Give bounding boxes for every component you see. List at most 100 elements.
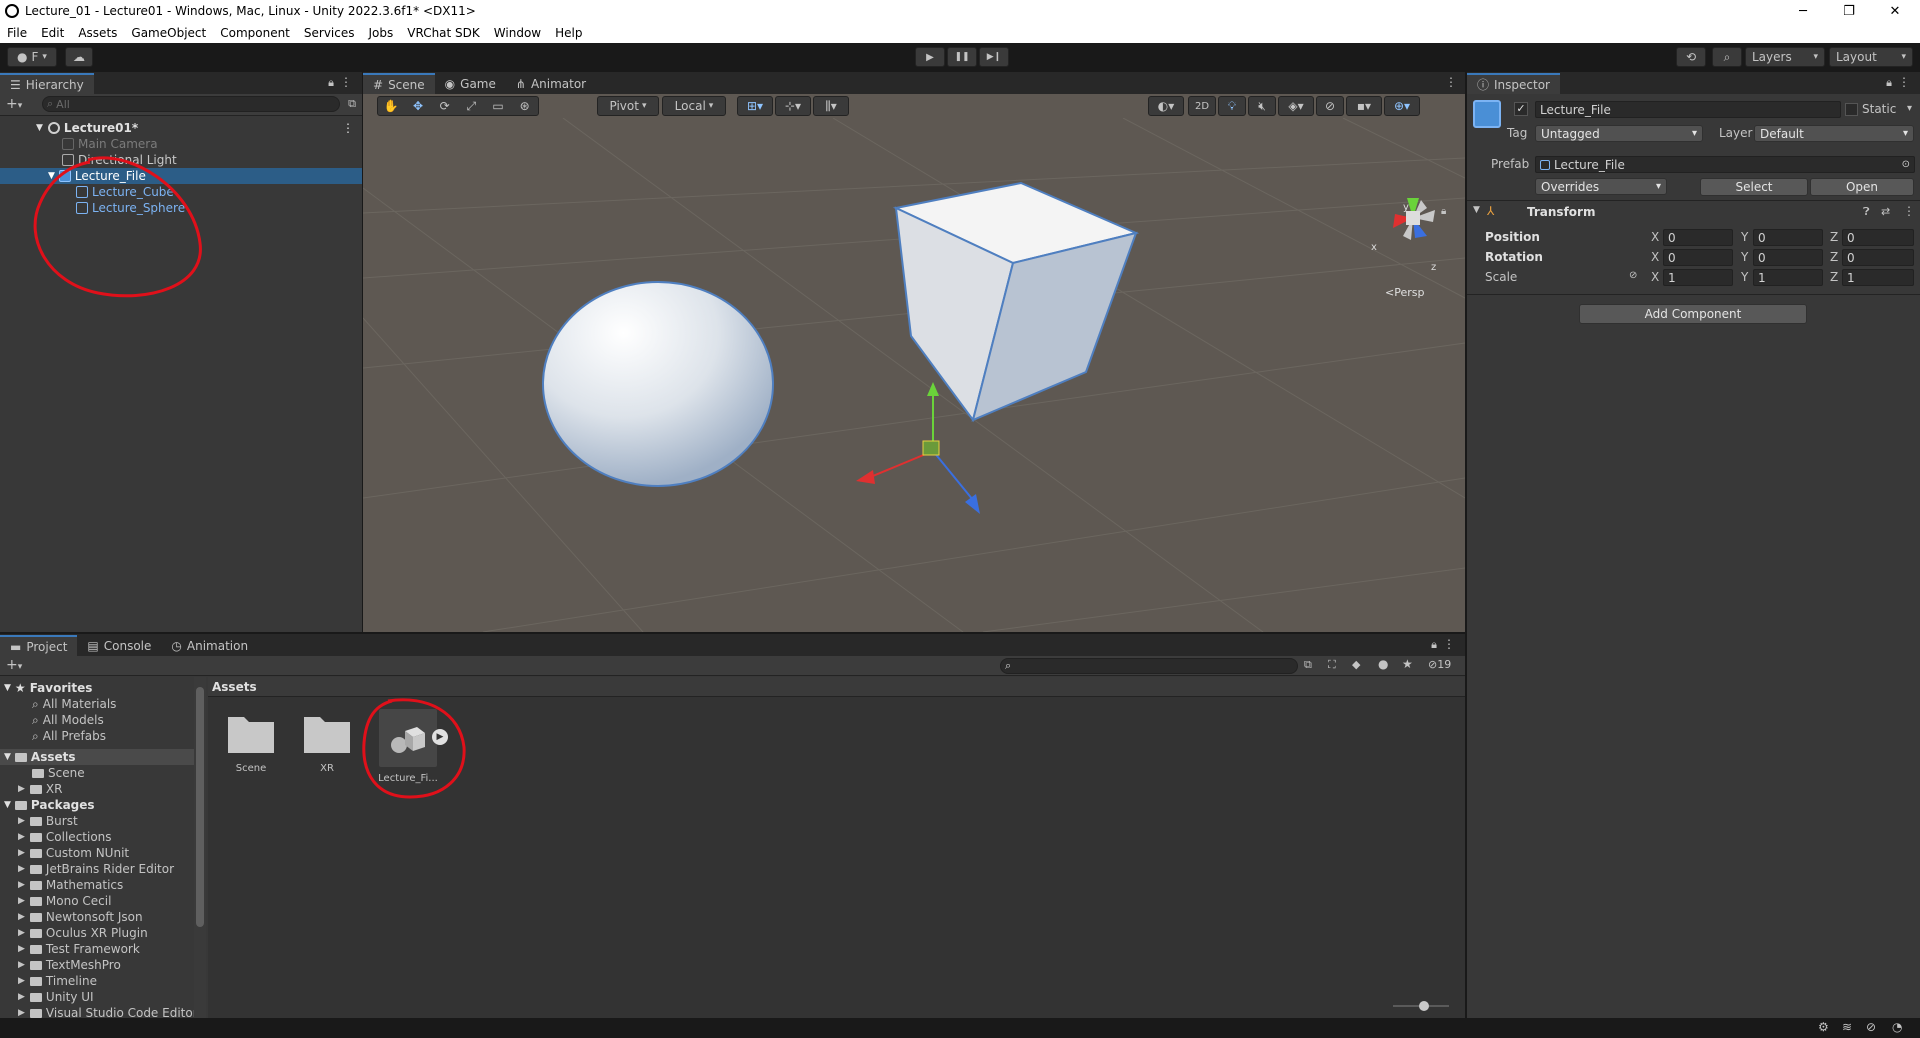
rotate-tool-icon[interactable]: ⟳ — [431, 99, 458, 113]
expand-arrow-icon[interactable]: ▶ — [18, 848, 25, 858]
grid-snap-button[interactable]: ⊞▾ — [737, 96, 773, 116]
thumbnail-size-slider[interactable] — [1393, 1001, 1449, 1011]
active-checkbox[interactable]: ✓ — [1514, 102, 1528, 116]
asset-folder-xr[interactable]: XR — [302, 711, 352, 781]
package-item[interactable]: ▶ Timeline — [0, 973, 97, 989]
menu-file[interactable]: File — [0, 26, 34, 40]
expand-arrow-icon[interactable]: ▼ — [4, 752, 11, 762]
add-button[interactable]: +▾ — [6, 657, 22, 673]
draw-mode-button[interactable]: ◐▾ — [1148, 96, 1184, 116]
more-icon[interactable]: ⋮ — [342, 121, 354, 135]
position-z-field[interactable]: 0 — [1842, 229, 1914, 246]
scrollbar-thumb[interactable] — [196, 687, 204, 927]
rotation-y-field[interactable]: 0 — [1753, 249, 1823, 266]
rotation-x-field[interactable]: 0 — [1663, 249, 1733, 266]
more-icon[interactable]: ⋮ — [1898, 75, 1910, 89]
favorite-all-materials[interactable]: ⌕ All Materials — [0, 696, 116, 712]
projection-label[interactable]: <Persp — [1385, 286, 1424, 299]
package-item[interactable]: ▶ Oculus XR Plugin — [0, 925, 148, 941]
tab-animation[interactable]: ◷ Animation — [161, 635, 258, 656]
cloud-button[interactable]: ☁ — [65, 47, 93, 67]
star-icon[interactable]: ★ — [1402, 657, 1413, 671]
expand-arrow-icon[interactable]: ▼ — [36, 123, 43, 133]
camera-button[interactable]: ▪▾ — [1346, 96, 1382, 116]
package-item[interactable]: ▶ Custom NUnit — [0, 845, 129, 861]
expand-arrow-icon[interactable]: ▶ — [18, 912, 25, 922]
cache-icon[interactable]: ≋ — [1842, 1020, 1852, 1034]
static-dropdown-icon[interactable]: ▾ — [1907, 103, 1912, 114]
lock-icon[interactable]: 🔒︎ — [328, 76, 334, 90]
menu-window[interactable]: Window — [487, 26, 548, 40]
more-icon[interactable]: ⋮ — [1903, 204, 1915, 218]
tab-console[interactable]: ▤ Console — [77, 635, 161, 656]
preset-icon[interactable]: ⇄ — [1881, 205, 1890, 218]
expand-arrow-icon[interactable]: ▶ — [18, 928, 25, 938]
asset-folder-scene[interactable]: Scene — [226, 711, 276, 781]
tag-dropdown[interactable]: Untagged — [1535, 125, 1703, 142]
search-button[interactable]: ⌕ — [1712, 47, 1742, 67]
package-item[interactable]: ▶ JetBrains Rider Editor — [0, 861, 174, 877]
package-item[interactable]: ▶ Burst — [0, 813, 78, 829]
search-by-type-icon[interactable]: ⧉ — [1304, 658, 1312, 672]
restore-button[interactable]: ❐ — [1826, 0, 1872, 22]
tab-project[interactable]: ▬ Project — [0, 635, 78, 656]
pivot-dropdown[interactable]: Pivot ▾ — [597, 96, 659, 116]
package-item[interactable]: ▶ Newtonsoft Json — [0, 909, 143, 925]
more-icon[interactable]: ⋮ — [340, 75, 352, 89]
static-checkbox[interactable] — [1845, 103, 1858, 116]
expand-arrow-icon[interactable]: ▶ — [18, 864, 25, 874]
lecture-sphere[interactable] — [542, 281, 774, 487]
tab-hierarchy[interactable]: ☰ Hierarchy — [0, 73, 94, 94]
expand-arrow-icon[interactable]: ▶ — [18, 944, 25, 954]
expand-arrow-icon[interactable]: ▶ — [18, 784, 25, 794]
minimize-button[interactable]: ─ — [1780, 0, 1826, 22]
scene-visibility-icon[interactable]: ⧉ — [348, 97, 356, 111]
play-button[interactable]: ▶ — [915, 47, 945, 67]
add-button[interactable]: +▾ — [6, 96, 22, 112]
transform-tool-icon[interactable]: ⊛ — [511, 99, 538, 113]
lock-icon[interactable]: 🔒︎ — [1886, 76, 1892, 90]
info-icon[interactable]: ● — [1378, 657, 1388, 671]
step-button[interactable]: ▶❙ — [979, 47, 1009, 67]
scene-viewport[interactable] — [363, 118, 1465, 632]
package-item[interactable]: ▶ Collections — [0, 829, 112, 845]
account-dropdown[interactable]: ● F ▾ — [7, 47, 57, 67]
lock-icon[interactable]: 🔒︎ — [1441, 206, 1446, 217]
menu-jobs[interactable]: Jobs — [362, 26, 401, 40]
package-item[interactable]: ▶ TextMeshPro — [0, 957, 121, 973]
folder-xr[interactable]: ▶ XR — [0, 781, 62, 797]
progress-icon[interactable]: ◔ — [1892, 1020, 1902, 1034]
menu-services[interactable]: Services — [297, 26, 362, 40]
hidden-objects-button[interactable]: ⊘ — [1316, 96, 1344, 116]
scene-row[interactable]: ▼ Lecture01* ⋮ — [0, 120, 362, 136]
favorite-all-models[interactable]: ⌕ All Models — [0, 712, 104, 728]
hierarchy-search-input[interactable]: ⌕ All — [42, 96, 340, 112]
add-component-button[interactable]: Add Component — [1579, 304, 1807, 324]
favorite-all-prefabs[interactable]: ⌕ All Prefabs — [0, 728, 106, 744]
tab-scene[interactable]: # Scene — [363, 73, 435, 94]
history-button[interactable]: ⟲ — [1676, 47, 1706, 67]
auto-generate-lighting-icon[interactable]: ⊘ — [1866, 1020, 1876, 1034]
position-y-field[interactable]: 0 — [1753, 229, 1823, 246]
constrain-proportions-icon[interactable]: ⊘ — [1629, 270, 1637, 281]
assets-folder[interactable]: ▼ Assets — [0, 749, 194, 765]
expand-arrow-icon[interactable]: ▶ — [18, 832, 25, 842]
gizmos-button[interactable]: ⊕▾ — [1384, 96, 1420, 116]
audio-button[interactable]: 🔇︎ — [1248, 96, 1276, 116]
menu-edit[interactable]: Edit — [34, 26, 71, 40]
rect-tool-icon[interactable]: ▭ — [485, 99, 512, 113]
local-dropdown[interactable]: Local ▾ — [662, 96, 726, 116]
scale-tool-icon[interactable]: ⤢ — [458, 99, 485, 114]
increment-snap-button[interactable]: ⊹▾ — [775, 96, 811, 116]
close-button[interactable]: ✕ — [1872, 0, 1918, 22]
object-picker-icon[interactable]: ⊙ — [1902, 159, 1910, 170]
favorites-header[interactable]: ▼ ★ Favorites — [0, 680, 92, 696]
toggle-2d-button[interactable]: 2D — [1188, 96, 1216, 116]
hand-tool-icon[interactable]: ✋ — [378, 99, 405, 113]
project-search-input[interactable]: ⌕ — [1000, 658, 1298, 674]
layer-dropdown[interactable]: Default — [1754, 125, 1914, 142]
folder-scene[interactable]: Scene — [0, 765, 85, 781]
package-item[interactable]: ▶ Mathematics — [0, 877, 123, 893]
expand-arrow-icon[interactable]: ▶ — [18, 816, 25, 826]
menu-component[interactable]: Component — [213, 26, 297, 40]
